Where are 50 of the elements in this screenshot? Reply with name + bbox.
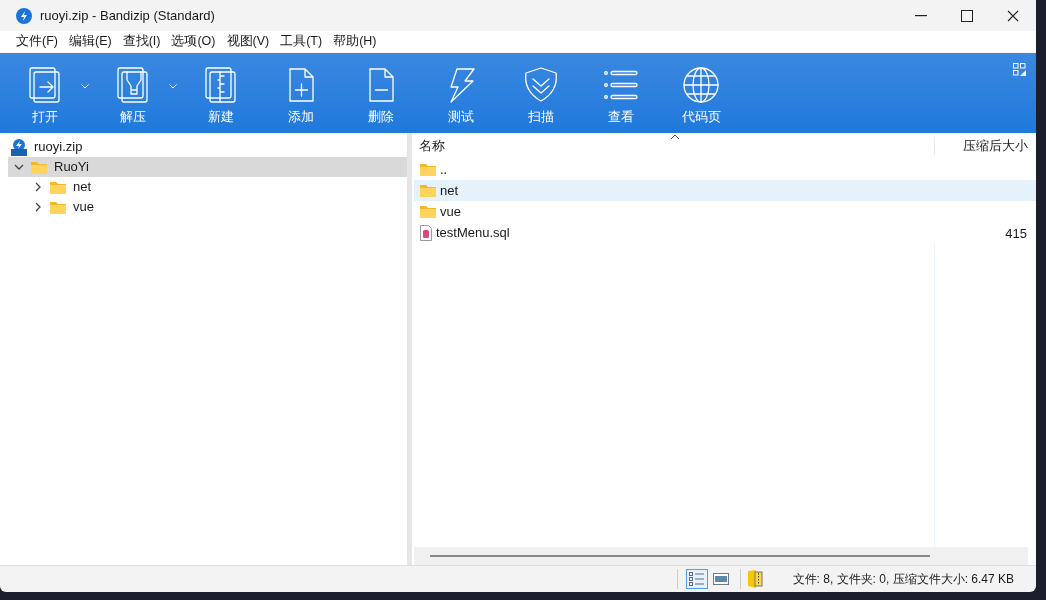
folder-icon (49, 179, 67, 195)
horizontal-scrollbar[interactable] (414, 547, 1028, 565)
menu-item[interactable]: 选项(O) (171, 32, 216, 51)
column-header[interactable]: 压缩后大小 (934, 136, 1036, 156)
toolbar-button[interactable]: 测试 (430, 53, 492, 129)
folder-icon (49, 199, 67, 215)
file-row[interactable]: net (414, 180, 1036, 201)
file-row[interactable]: vue (414, 201, 1036, 222)
toolbar-button[interactable]: 扫描 (510, 53, 572, 129)
window-title: ruoyi.zip - Bandizip (Standard) (40, 6, 215, 25)
sort-ascending-icon (670, 134, 680, 140)
minimize-icon[interactable] (915, 14, 927, 17)
menu-item[interactable]: 帮助(H) (333, 32, 377, 51)
menu-item[interactable]: 文件(F) (16, 32, 58, 51)
status-text: 文件: 8, 文件夹: 0, 压缩文件大小: 6.47 KB (792, 571, 1014, 588)
database-file-icon (419, 224, 433, 241)
toolbar-button[interactable]: 打开 (14, 53, 76, 129)
maximize-icon[interactable] (961, 9, 973, 22)
toolbar-button[interactable]: 代码页 (670, 53, 732, 129)
layout-grid-icon[interactable] (1013, 63, 1026, 76)
menu-item[interactable]: 工具(T) (280, 32, 323, 51)
tree-item[interactable]: vue (8, 197, 407, 217)
toolbar-button[interactable]: 添加 (270, 53, 332, 129)
close-icon[interactable] (1007, 9, 1019, 22)
menu-item[interactable]: 编辑(E) (68, 32, 112, 51)
folder-icon (419, 183, 437, 198)
column-header[interactable]: 名称 (414, 136, 934, 156)
folder-icon (30, 159, 48, 175)
caret-down-icon[interactable] (81, 83, 89, 89)
toolbar-button[interactable]: 删除 (350, 53, 412, 129)
menu-item[interactable]: 查找(I) (122, 32, 161, 51)
folder-icon (419, 204, 437, 219)
toolbar-button[interactable]: 新建 (190, 53, 252, 129)
app-logo-icon (16, 7, 32, 24)
zip-archive-icon (10, 138, 28, 156)
toolbar-button[interactable]: 解压 (102, 53, 164, 129)
file-row[interactable]: .. (414, 159, 1036, 180)
chevron-down-icon[interactable] (14, 162, 24, 172)
archive-folder-icon[interactable] (746, 569, 763, 589)
file-row[interactable]: testMenu.sql 415 (414, 222, 1036, 243)
tree-item[interactable]: RuoYi (8, 157, 407, 177)
folder-icon (419, 162, 437, 177)
menu-item[interactable]: 视图(V) (226, 32, 270, 51)
globe-icon (681, 65, 721, 105)
tree-item[interactable]: net (8, 177, 407, 197)
size-text: 415 (1005, 225, 1027, 241)
caret-down-icon[interactable] (169, 83, 177, 89)
tree-item[interactable]: ruoyi.zip (8, 137, 407, 157)
toolbar-button[interactable]: 查看 (590, 53, 652, 129)
details-view-button[interactable] (685, 569, 708, 589)
